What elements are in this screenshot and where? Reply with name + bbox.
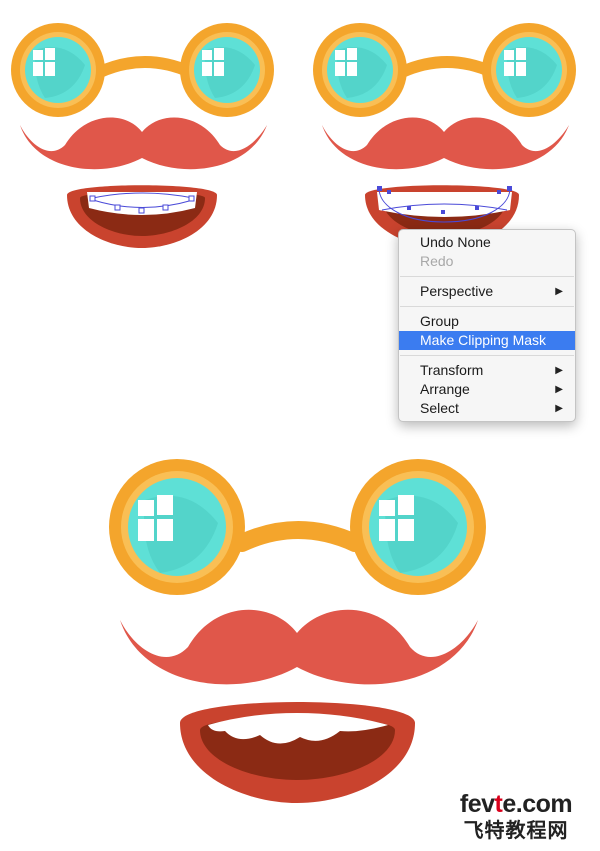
menu-item-make-clipping-mask[interactable]: Make Clipping Mask	[399, 331, 575, 350]
menu-item-perspective[interactable]: Perspective ▶	[399, 282, 575, 301]
watermark-brand: fevte.com	[436, 790, 596, 818]
watermark-brand-suffix: e.com	[502, 790, 573, 818]
menu-item-redo: Redo	[399, 252, 575, 271]
face-illustration-step-1	[5, 10, 280, 250]
menu-item-label: Transform	[420, 362, 484, 378]
mustache	[20, 117, 267, 170]
face-3-artwork	[109, 459, 486, 803]
menu-item-label: Perspective	[420, 283, 494, 299]
menu-item-undo[interactable]: Undo None	[399, 233, 575, 252]
menu-separator	[400, 276, 574, 277]
watermark-brand-prefix: fev	[459, 790, 495, 818]
face-illustration-final	[100, 455, 495, 805]
mouth	[180, 702, 415, 803]
menu-item-select[interactable]: Select ▶	[399, 399, 575, 418]
menu-item-label: Redo	[420, 253, 454, 269]
glasses	[109, 459, 486, 595]
mustache	[322, 117, 569, 170]
face-1-artwork	[11, 23, 274, 248]
menu-item-label: Select	[420, 400, 459, 416]
submenu-arrow-icon: ▶	[555, 403, 563, 414]
glasses	[11, 23, 274, 117]
menu-separator	[400, 355, 574, 356]
glasses	[313, 23, 576, 117]
menu-separator	[400, 306, 574, 307]
submenu-arrow-icon: ▶	[555, 286, 563, 297]
face-2-artwork	[313, 23, 576, 248]
menu-item-label: Group	[420, 313, 459, 329]
menu-item-group[interactable]: Group	[399, 312, 575, 331]
face-illustration-step-2	[307, 10, 582, 250]
menu-item-label: Make Clipping Mask	[420, 332, 547, 348]
menu-item-transform[interactable]: Transform ▶	[399, 361, 575, 380]
menu-item-label: Undo None	[420, 234, 491, 250]
mustache	[120, 609, 478, 685]
submenu-arrow-icon: ▶	[555, 384, 563, 395]
menu-item-label: Arrange	[420, 381, 470, 397]
watermark-subtitle: 飞特教程网	[463, 818, 569, 842]
mouth	[67, 185, 217, 248]
context-menu[interactable]: Undo None Redo Perspective ▶ Group Make …	[398, 229, 576, 422]
submenu-arrow-icon: ▶	[555, 365, 563, 376]
watermark: fevte.com 飞特教程网	[436, 790, 596, 842]
menu-item-arrange[interactable]: Arrange ▶	[399, 380, 575, 399]
